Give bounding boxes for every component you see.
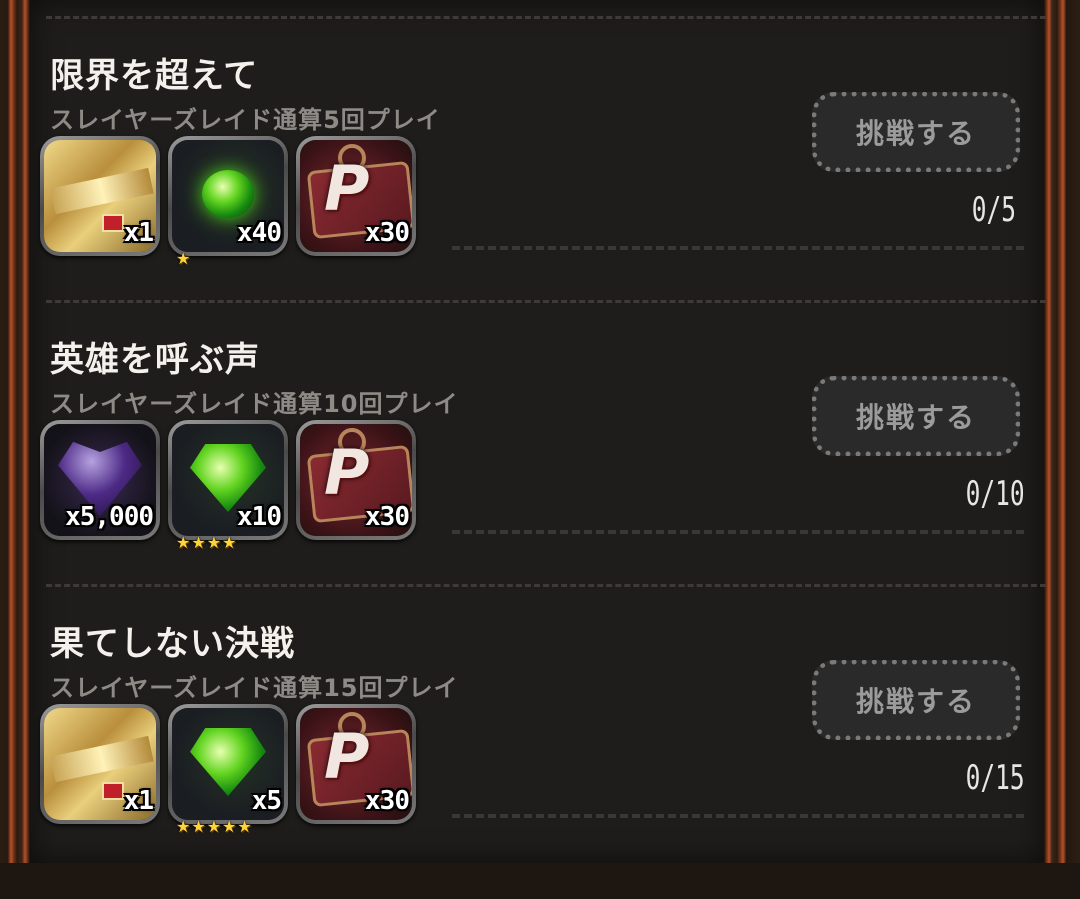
mission-description: スレイヤーズレイド通算10回プレイ: [50, 390, 459, 418]
reward-count: x10: [237, 502, 282, 532]
challenge-button[interactable]: 挑戦する: [812, 376, 1020, 456]
mission-list-panel[interactable]: 限界を超えて スレイヤーズレイド通算5回プレイ x1 x40 ★ P x30 挑…: [30, 0, 1046, 863]
reward-green-gem[interactable]: x5 ★★★★★: [168, 704, 288, 836]
rarity-stars: ★: [176, 249, 192, 268]
reward-p-ticket[interactable]: P x30: [296, 704, 416, 824]
reward-count: x40: [237, 218, 282, 248]
separator: [46, 16, 1046, 19]
challenge-button[interactable]: 挑戦する: [812, 92, 1020, 172]
reward-count: x30: [365, 218, 410, 248]
reward-p-ticket[interactable]: P x30: [296, 420, 416, 540]
mission-progress: 0/5: [971, 190, 1016, 230]
reward-list: x1 x40 ★ P x30: [40, 136, 416, 268]
mission-title: 英雄を呼ぶ声: [50, 340, 260, 380]
reward-count: x30: [365, 786, 410, 816]
reward-green-orb[interactable]: x40 ★: [168, 136, 288, 268]
separator: [46, 584, 1046, 587]
reward-gold-card[interactable]: x1: [40, 136, 160, 256]
mission-progress: 0/15: [965, 758, 1025, 798]
reward-list: x1 x5 ★★★★★ P x30: [40, 704, 416, 836]
challenge-button[interactable]: 挑戦する: [812, 660, 1020, 740]
frame-right-border: [1044, 0, 1066, 863]
reward-gold-card[interactable]: x1: [40, 704, 160, 824]
reward-list: x5,000 x10 ★★★★ P x30: [40, 420, 416, 552]
mission-description: スレイヤーズレイド通算5回プレイ: [50, 106, 441, 134]
challenge-button-label: 挑戦する: [855, 117, 976, 150]
progress-track: [452, 530, 1024, 534]
rarity-stars: ★★★★★: [176, 817, 253, 836]
reward-green-gem[interactable]: x10 ★★★★: [168, 420, 288, 552]
mission-title: 果てしない決戦: [50, 624, 295, 664]
reward-count: x1: [123, 786, 154, 816]
challenge-button-label: 挑戦する: [855, 401, 976, 434]
mission-description: スレイヤーズレイド通算15回プレイ: [50, 674, 459, 702]
separator: [46, 300, 1046, 303]
progress-track: [452, 814, 1024, 818]
mission-title: 限界を超えて: [50, 56, 259, 96]
mission-progress: 0/10: [965, 474, 1025, 514]
mission-item: 英雄を呼ぶ声 スレイヤーズレイド通算10回プレイ x5,000 x10 ★★★★…: [30, 332, 1044, 615]
reward-count: x5: [251, 786, 282, 816]
mission-item: 果てしない決戦 スレイヤーズレイド通算15回プレイ x1 x5 ★★★★★ P …: [30, 616, 1044, 899]
reward-purple-heart-gem[interactable]: x5,000: [40, 420, 160, 540]
reward-count: x30: [365, 502, 410, 532]
mission-item: 限界を超えて スレイヤーズレイド通算5回プレイ x1 x40 ★ P x30 挑…: [30, 48, 1044, 331]
reward-p-ticket[interactable]: P x30: [296, 136, 416, 256]
progress-track: [452, 246, 1024, 250]
reward-count: x1: [123, 218, 154, 248]
challenge-button-label: 挑戦する: [855, 685, 976, 718]
frame-left-border: [8, 0, 30, 863]
rarity-stars: ★★★★: [176, 533, 238, 552]
reward-count: x5,000: [65, 502, 154, 532]
